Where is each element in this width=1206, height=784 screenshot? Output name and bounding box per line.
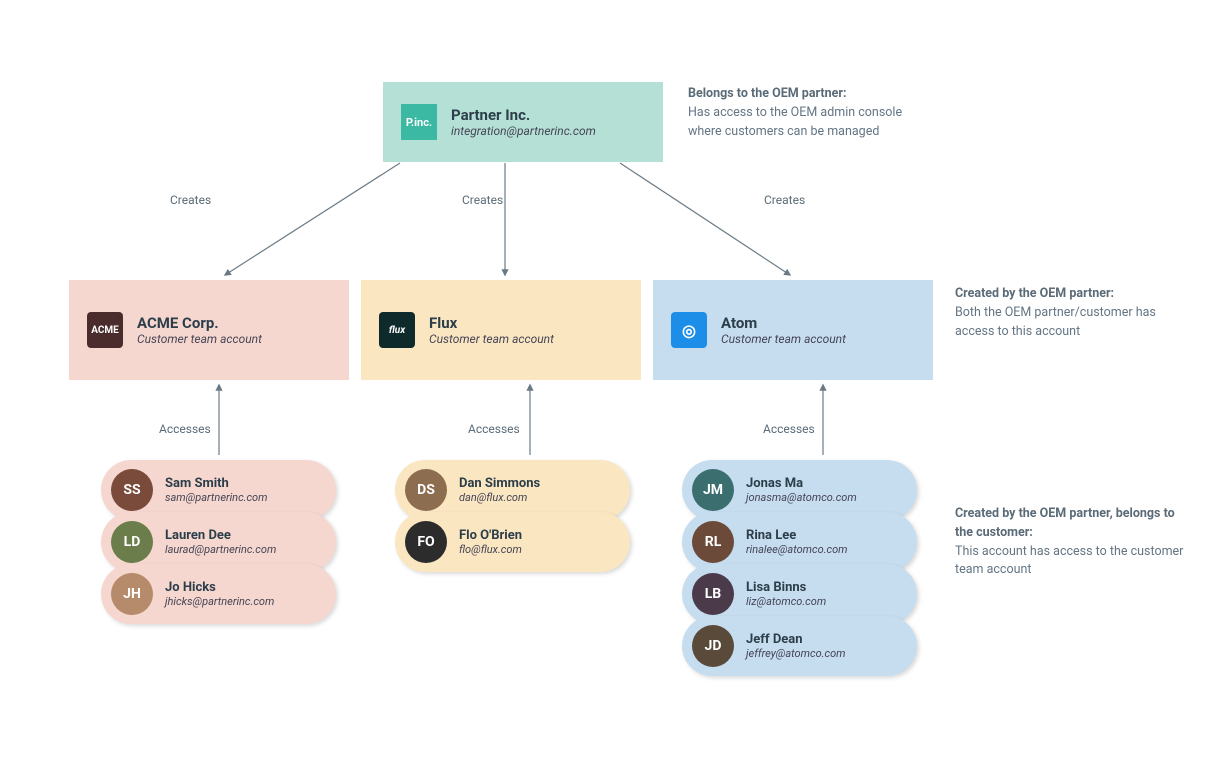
user-name: Rina Lee: [746, 528, 848, 543]
edge-label-creates: Creates: [764, 193, 805, 207]
annotation-partner: Belongs to the OEM partner: Has access t…: [688, 85, 928, 141]
avatar: LB: [692, 573, 734, 615]
flux-name: Flux: [429, 314, 554, 332]
avatar: RL: [692, 521, 734, 563]
user-email: dan@flux.com: [459, 491, 540, 504]
avatar: JM: [692, 469, 734, 511]
user-name: Jo Hicks: [165, 580, 274, 595]
user-email: liz@atomco.com: [746, 595, 826, 608]
user-name: Lauren Dee: [165, 528, 276, 543]
atom-subtitle: Customer team account: [721, 332, 846, 346]
user-email: jeffrey@atomco.com: [746, 647, 846, 660]
user-pill: JD Jeff Deanjeffrey@atomco.com: [682, 616, 917, 676]
partner-box: P.inc. Partner Inc. integration@partneri…: [383, 82, 663, 162]
user-email: rinalee@atomco.com: [746, 543, 848, 556]
user-pill: FO Flo O'Brienflo@flux.com: [395, 512, 630, 572]
annotation-partner-body: Has access to the OEM admin console wher…: [688, 105, 902, 139]
flux-logo: flux: [379, 312, 415, 348]
user-name: Lisa Binns: [746, 580, 826, 595]
flux-subtitle: Customer team account: [429, 332, 554, 346]
avatar: JD: [692, 625, 734, 667]
acme-logo: ACME: [87, 312, 123, 348]
partner-name: Partner Inc.: [451, 106, 596, 124]
user-pill: SS Sam Smithsam@partnerinc.com: [101, 460, 336, 520]
edge-label-accesses: Accesses: [159, 422, 211, 436]
edge-label-accesses: Accesses: [468, 422, 520, 436]
atom-name: Atom: [721, 314, 846, 332]
annotation-user-body: This account has access to the customer …: [955, 544, 1183, 578]
user-name: Flo O'Brien: [459, 528, 522, 543]
avatar: FO: [405, 521, 447, 563]
user-pill: RL Rina Leerinalee@atomco.com: [682, 512, 917, 572]
user-stack-flux: DS Dan Simmonsdan@flux.com FO Flo O'Brienfl…: [395, 460, 630, 564]
user-stack-acme: SS Sam Smithsam@partnerinc.com LD Lauren De…: [101, 460, 336, 616]
avatar: LD: [111, 521, 153, 563]
annotation-customer: Created by the OEM partner: Both the OEM…: [955, 285, 1195, 341]
user-name: Sam Smith: [165, 476, 268, 491]
atom-logo: ◎: [671, 312, 707, 348]
annotation-customer-body: Both the OEM partner/customer has access…: [955, 305, 1156, 339]
user-email: sam@partnerinc.com: [165, 491, 268, 504]
edge-label-creates: Creates: [462, 193, 503, 207]
annotation-partner-title: Belongs to the OEM partner:: [688, 86, 846, 101]
edge-label-creates: Creates: [170, 193, 211, 207]
annotation-user-title: Created by the OEM partner, belongs to t…: [955, 506, 1175, 540]
customer-box-acme: ACME ACME Corp. Customer team account: [69, 280, 349, 380]
user-pill: LD Lauren Deelaurad@partnerinc.com: [101, 512, 336, 572]
user-pill: JH Jo Hicksjhicks@partnerinc.com: [101, 564, 336, 624]
user-pill: DS Dan Simmonsdan@flux.com: [395, 460, 630, 520]
user-name: Jeff Dean: [746, 632, 846, 647]
edge-label-accesses: Accesses: [763, 422, 815, 436]
avatar: DS: [405, 469, 447, 511]
user-pill: LB Lisa Binnsliz@atomco.com: [682, 564, 917, 624]
user-email: laurad@partnerinc.com: [165, 543, 276, 556]
annotation-user: Created by the OEM partner, belongs to t…: [955, 505, 1195, 580]
user-email: jhicks@partnerinc.com: [165, 595, 274, 608]
partner-logo: P.inc.: [401, 104, 437, 140]
user-name: Dan Simmons: [459, 476, 540, 491]
avatar: JH: [111, 573, 153, 615]
avatar: SS: [111, 469, 153, 511]
annotation-customer-title: Created by the OEM partner:: [955, 286, 1114, 301]
user-email: jonasma@atomco.com: [746, 491, 857, 504]
customer-box-flux: flux Flux Customer team account: [361, 280, 641, 380]
user-stack-atom: JM Jonas Majonasma@atomco.com RL Rina Leeri…: [682, 460, 917, 668]
user-name: Jonas Ma: [746, 476, 857, 491]
acme-subtitle: Customer team account: [137, 332, 262, 346]
user-pill: JM Jonas Majonasma@atomco.com: [682, 460, 917, 520]
user-email: flo@flux.com: [459, 543, 522, 556]
customer-box-atom: ◎ Atom Customer team account: [653, 280, 933, 380]
acme-name: ACME Corp.: [137, 314, 262, 332]
partner-email: integration@partnerinc.com: [451, 124, 596, 138]
